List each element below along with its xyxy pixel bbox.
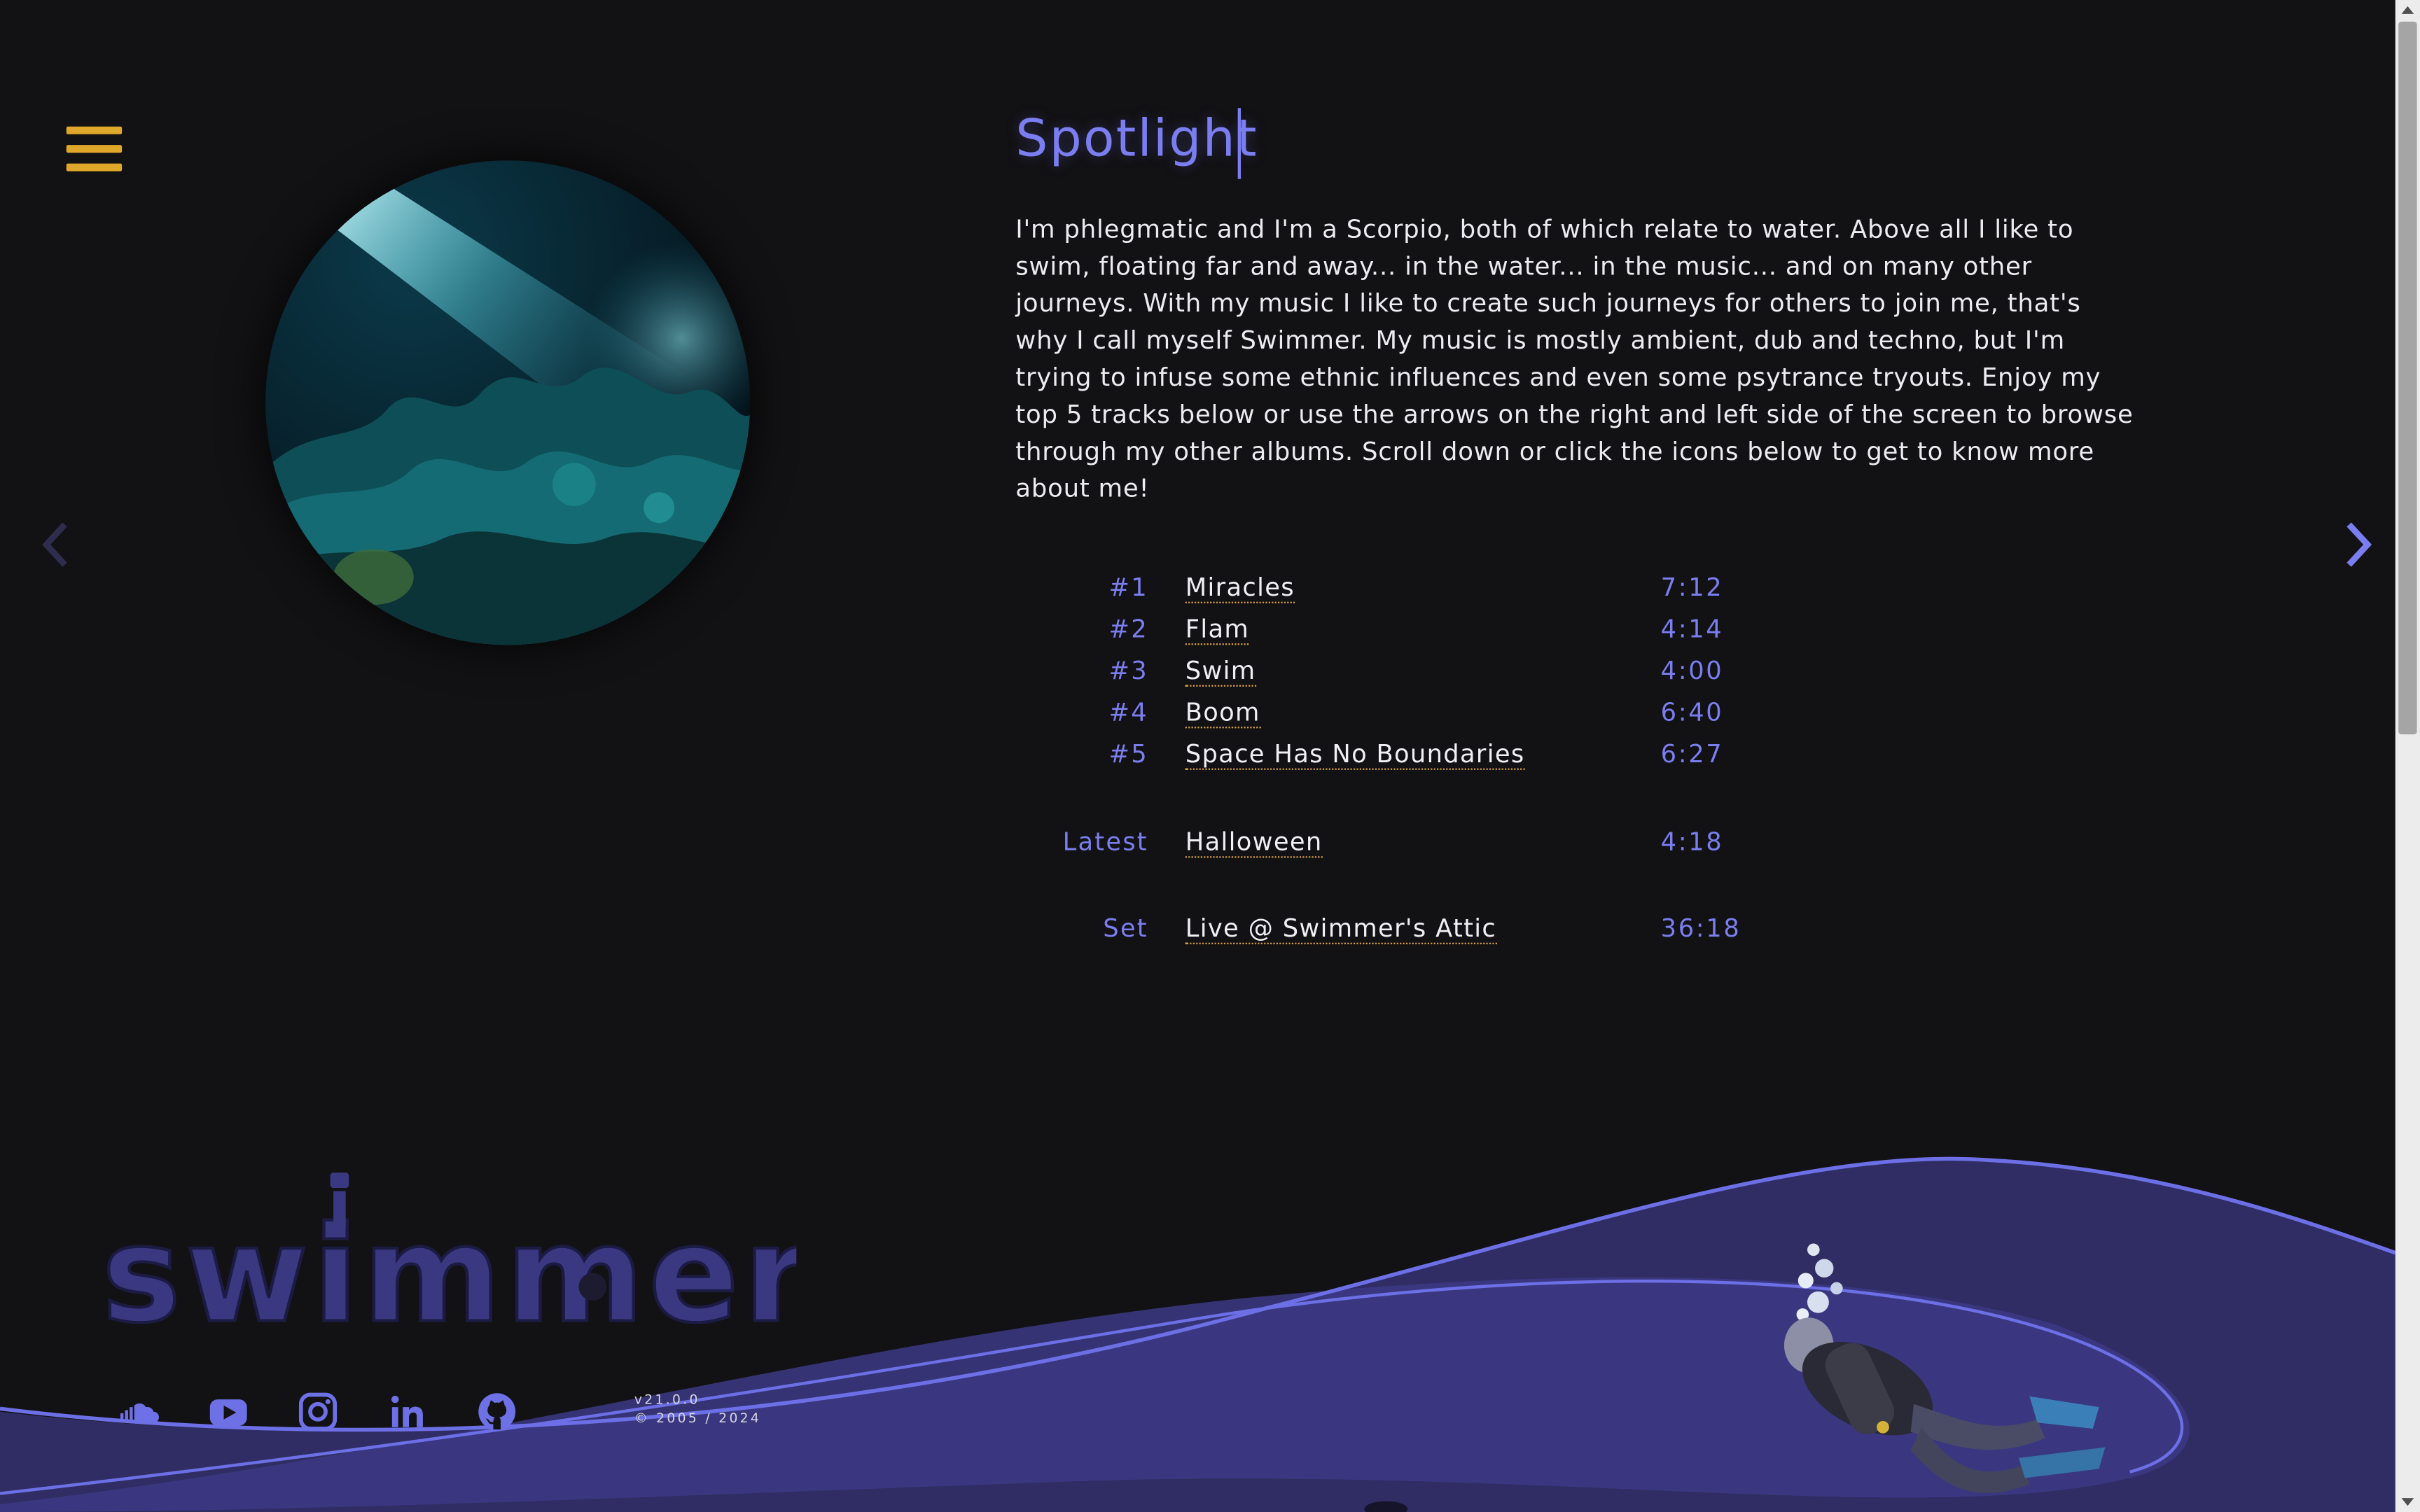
track-link[interactable]: Boom: [1185, 697, 1260, 729]
track-row: #1 Miracles 7:12: [1015, 573, 1818, 610]
linkedin-icon[interactable]: [386, 1390, 429, 1434]
page-title: Spotlight: [1015, 108, 1258, 169]
track-duration: 6:40: [1660, 697, 1724, 727]
track-link[interactable]: Miracles: [1185, 573, 1295, 603]
set-row: Set Live @ Swimmer's Attic 36:18: [1015, 913, 1818, 951]
scrollbar-thumb[interactable]: [2398, 21, 2417, 735]
album-cover: [265, 160, 751, 645]
bio-text: I'm phlegmatic and I'm a Scorpio, both o…: [1015, 214, 2134, 503]
track-rank: #4: [1108, 697, 1148, 727]
scroll-up-arrow-icon[interactable]: [2398, 1, 2416, 20]
page: Spotlight I'm phlegmatic and I'm a Scorp…: [0, 0, 2420, 1512]
version-info: v21.0.0 © 2005 / 2024: [634, 1392, 761, 1429]
set-label: Set: [1103, 913, 1148, 943]
track-rank: #1: [1108, 572, 1148, 602]
track-row: #3 Swim 4:00: [1015, 656, 1818, 693]
latest-track-link[interactable]: Halloween: [1185, 827, 1323, 858]
track-row: #2 Flam 4:14: [1015, 614, 1818, 651]
scuba-diver-image: [1783, 1243, 2106, 1493]
logo-text: swimmer: [102, 1198, 796, 1329]
previous-album-arrow-icon[interactable]: [37, 519, 74, 571]
track-row: #4 Boom 6:40: [1015, 697, 1818, 734]
latest-duration: 4:18: [1660, 827, 1724, 857]
set-link[interactable]: Live @ Swimmer's Attic: [1185, 913, 1497, 944]
track-duration: 4:14: [1660, 614, 1724, 644]
latest-row: Latest Halloween 4:18: [1015, 827, 1818, 864]
scroll-down-arrow-icon[interactable]: [2398, 1492, 2416, 1510]
track-duration: 6:27: [1660, 738, 1724, 769]
menu-icon[interactable]: [66, 126, 123, 173]
youtube-icon[interactable]: [207, 1390, 250, 1434]
text-caret: [1237, 108, 1242, 179]
track-row: #5 Space Has No Boundaries 6:27: [1015, 739, 1818, 776]
swimmer-logo[interactable]: swimmer: [102, 1166, 796, 1329]
track-rank: #5: [1108, 738, 1148, 769]
track-duration: 7:12: [1660, 572, 1724, 602]
version-number: v21.0.0: [634, 1393, 700, 1409]
instagram-icon[interactable]: [296, 1390, 340, 1434]
soundcloud-icon[interactable]: [118, 1390, 161, 1434]
track-link[interactable]: Swim: [1185, 656, 1256, 687]
set-duration: 36:18: [1660, 913, 1741, 943]
track-link[interactable]: Space Has No Boundaries: [1185, 739, 1525, 770]
track-rank: #3: [1108, 655, 1148, 685]
track-duration: 4:00: [1660, 655, 1724, 685]
github-icon[interactable]: [475, 1390, 519, 1434]
copyright-text: © 2005 / 2024: [634, 1411, 762, 1427]
next-album-arrow-icon[interactable]: [2339, 519, 2377, 571]
track-link[interactable]: Flam: [1185, 614, 1250, 645]
latest-label: Latest: [1062, 827, 1148, 857]
track-rank: #2: [1108, 614, 1148, 644]
